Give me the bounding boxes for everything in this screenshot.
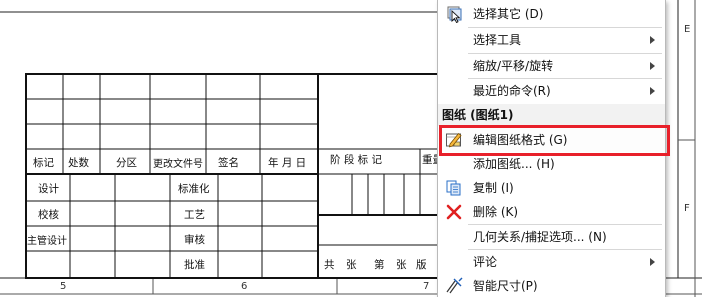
menu-item-comment[interactable]: 评论 xyxy=(438,250,665,274)
ruler-number-6: 6 xyxy=(241,281,248,292)
sheet-number-label: 第 xyxy=(374,259,385,271)
delete-icon xyxy=(445,203,463,221)
menu-item-copy[interactable]: 复制 (I) xyxy=(438,176,665,200)
menu-item-label: 添加图纸... (H) xyxy=(473,157,555,171)
header-date: 年 月 日 xyxy=(268,157,307,169)
menu-item-delete[interactable]: 删除 (K) xyxy=(438,200,665,224)
menu-item-smart-dimension[interactable]: 智能尺寸(P) xyxy=(438,274,665,297)
submenu-arrow-icon xyxy=(650,36,655,44)
ruler-number-5: 5 xyxy=(60,281,67,292)
menu-item-label: 智能尺寸(P) xyxy=(473,279,538,293)
header-stage-mark: 阶 段 标 记 xyxy=(330,154,383,166)
menu-item-label: 编辑图纸格式 (G) xyxy=(473,133,568,147)
menu-item-label: 删除 (K) xyxy=(473,205,519,219)
edit-sheet-format-icon xyxy=(445,131,463,149)
header-mark: 标记 xyxy=(33,157,54,169)
smart-dimension-icon xyxy=(445,277,463,295)
sheet-version-label: 版 xyxy=(416,259,427,271)
sheet-total-label: 共 xyxy=(324,259,335,271)
menu-item-label: 缩放/平移/旋转 xyxy=(473,59,554,73)
submenu-arrow-icon xyxy=(650,62,655,70)
menu-item-relations-snaps[interactable]: 几何关系/捕捉选项... (N) xyxy=(438,225,665,249)
row-design: 设计 xyxy=(38,183,59,195)
context-menu: 选择其它 (D) 选择工具 缩放/平移/旋转 最近的命令(R) 图纸 (图纸1)… xyxy=(437,0,666,297)
menu-item-recent-commands[interactable]: 最近的命令(R) xyxy=(438,79,665,103)
menu-item-label: 评论 xyxy=(473,255,498,269)
copy-icon xyxy=(445,179,463,197)
submenu-arrow-icon xyxy=(650,87,655,95)
menu-item-label: 最近的命令(R) xyxy=(473,84,551,98)
header-zone: 分区 xyxy=(116,157,137,169)
row-process: 工艺 xyxy=(184,209,205,221)
select-other-icon xyxy=(445,5,463,24)
row-standardization: 标准化 xyxy=(178,183,210,195)
menu-item-label: 选择工具 xyxy=(473,33,522,47)
header-signature: 签名 xyxy=(218,157,239,169)
sheet-sheets-label-1: 张 xyxy=(346,259,357,271)
menu-item-edit-sheet-format[interactable]: 编辑图纸格式 (G) xyxy=(438,128,665,152)
sheet-sheets-label-2: 张 xyxy=(396,259,407,271)
row-chief-designer: 主管设计 xyxy=(27,236,67,247)
row-check: 校核 xyxy=(38,209,59,221)
header-count: 处数 xyxy=(68,157,89,169)
menu-item-select-tools[interactable]: 选择工具 xyxy=(438,28,665,52)
ruler-letter-f: F xyxy=(684,203,690,214)
menu-section-header: 图纸 (图纸1) xyxy=(438,104,665,126)
ruler-letter-e: E xyxy=(684,24,691,35)
menu-item-select-other[interactable]: 选择其它 (D) xyxy=(438,2,665,26)
menu-item-label: 选择其它 (D) xyxy=(473,7,544,21)
menu-item-zoom-pan-rotate[interactable]: 缩放/平移/旋转 xyxy=(438,54,665,78)
ruler-number-7: 7 xyxy=(423,281,430,292)
header-change-doc: 更改文件号 xyxy=(153,159,203,170)
menu-item-label: 几何关系/捕捉选项... (N) xyxy=(473,230,607,244)
row-approve: 批准 xyxy=(184,259,205,271)
row-review: 审核 xyxy=(184,234,205,246)
submenu-arrow-icon xyxy=(650,258,655,266)
menu-item-add-sheet[interactable]: 添加图纸... (H) xyxy=(438,152,665,176)
menu-item-label: 复制 (I) xyxy=(473,181,514,195)
